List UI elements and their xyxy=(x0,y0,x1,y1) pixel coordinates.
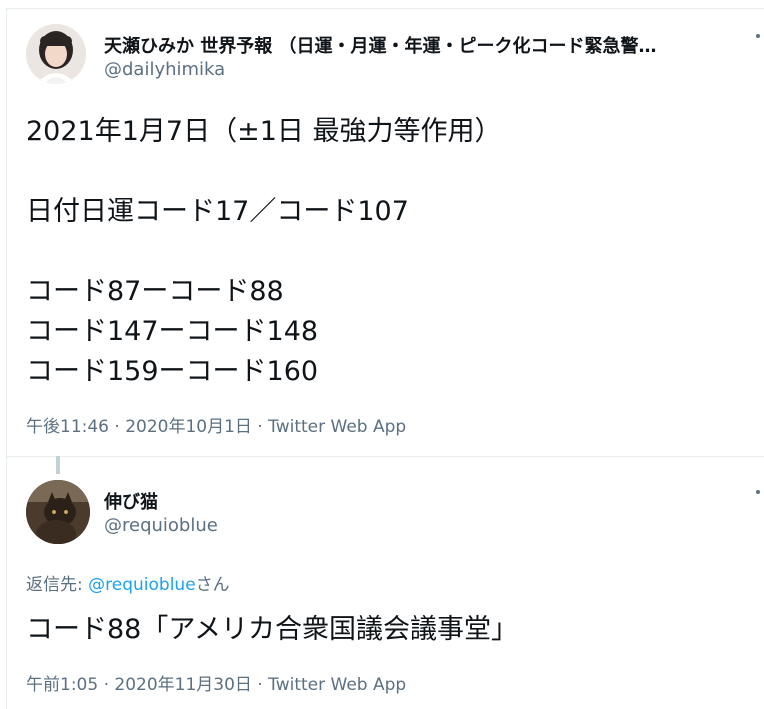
thread-connector-line xyxy=(56,456,60,474)
tweet-2[interactable]: 伸び猫 @requioblue 返信先: @requioblueさん コード88… xyxy=(0,456,764,708)
tweet-source-link[interactable]: Twitter Web App xyxy=(268,417,406,437)
tweet-source-link[interactable]: Twitter Web App xyxy=(268,675,406,695)
display-name[interactable]: 伸び猫 xyxy=(104,488,158,514)
tweet-text: コード88「アメリカ合衆国議会議事堂」 xyxy=(26,614,519,645)
handle[interactable]: @requioblue xyxy=(104,515,218,536)
reply-suffix: さん xyxy=(195,575,230,595)
tweet-time-link[interactable]: 午後11:46 xyxy=(26,417,109,437)
handle[interactable]: @dailyhimika xyxy=(104,59,225,80)
avatar-requioblue[interactable] xyxy=(26,480,90,544)
tweet-text: 2021年1月7日（±1日 最強力等作用） 日付日運コード17／コード107 コ… xyxy=(26,116,502,387)
more-dots-icon[interactable] xyxy=(752,484,764,505)
replying-to: 返信先: @requioblueさん xyxy=(26,570,230,595)
tweet-date-link[interactable]: 2020年11月30日 xyxy=(114,675,252,695)
tweet-metadata: 午前1:05 · 2020年11月30日 · Twitter Web App xyxy=(26,670,406,695)
meta-separator: · xyxy=(257,675,269,695)
avatar-image xyxy=(26,24,86,84)
meta-separator: · xyxy=(114,417,126,437)
avatar-dailyhimika[interactable] xyxy=(26,24,86,84)
tweet-date-link[interactable]: 2020年10月1日 xyxy=(125,417,252,437)
tweet-metadata: 午後11:46 · 2020年10月1日 · Twitter Web App xyxy=(26,412,406,437)
tweet-1[interactable]: 天瀬ひみか 世界予報 （日運・月運・年運・ピーク化コード緊急警… @dailyh… xyxy=(0,0,764,455)
tweet-time-link[interactable]: 午前1:05 xyxy=(26,675,98,695)
avatar-image xyxy=(26,480,90,544)
meta-separator: · xyxy=(257,417,269,437)
more-dots-icon[interactable] xyxy=(752,28,764,49)
reply-prefix: 返信先: xyxy=(26,575,89,595)
meta-separator: · xyxy=(103,675,115,695)
display-name[interactable]: 天瀬ひみか 世界予報 （日運・月運・年運・ピーク化コード緊急警… xyxy=(104,32,718,58)
reply-handle-link[interactable]: @requioblue xyxy=(88,575,196,595)
